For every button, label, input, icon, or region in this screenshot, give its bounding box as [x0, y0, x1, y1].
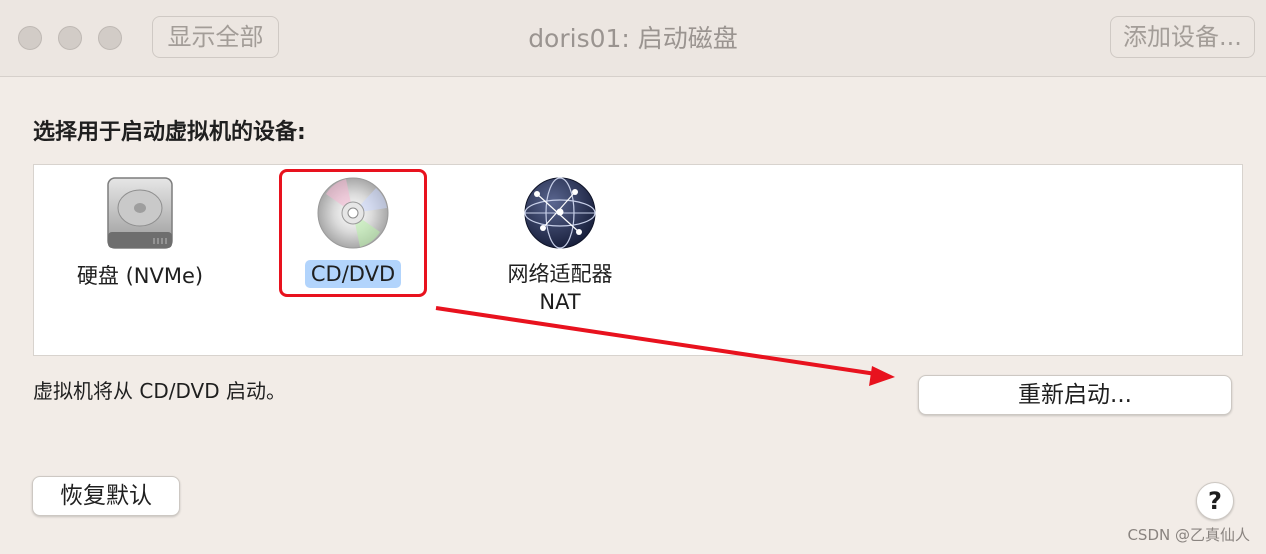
annotation-arrow: [435, 306, 895, 386]
restart-button[interactable]: 重新启动...: [918, 375, 1232, 415]
watermark: CSDN @乙真仙人: [1127, 526, 1250, 544]
restore-defaults-button[interactable]: 恢复默认: [32, 476, 180, 516]
boot-status-text: 虚拟机将从 CD/DVD 启动。: [33, 379, 286, 403]
help-button[interactable]: ?: [1196, 482, 1234, 520]
